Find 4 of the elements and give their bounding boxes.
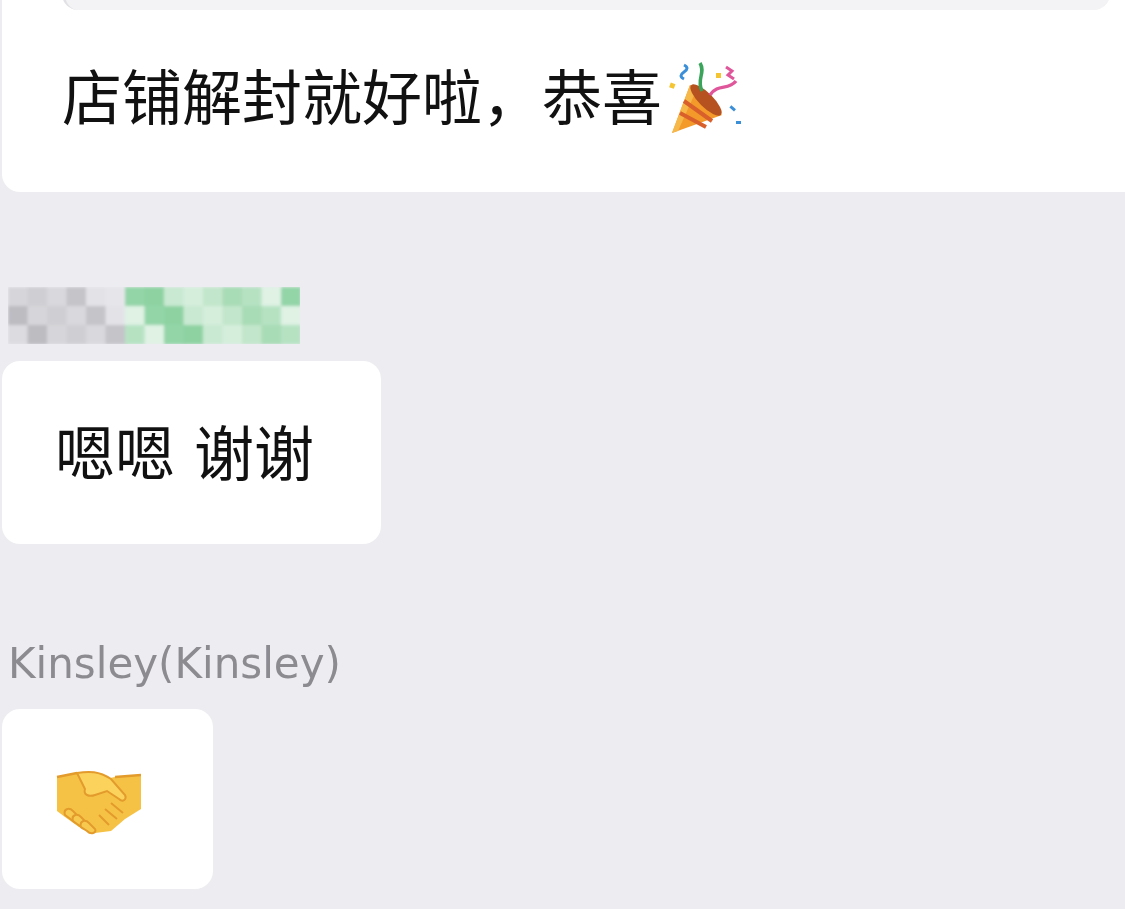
message-text: 店铺解封就好啦，恭喜 [62, 63, 662, 135]
sender-name: Kinsley(Kinsley) [8, 639, 341, 689]
handshake-icon [55, 769, 143, 835]
message-text: 嗯嗯 谢谢 [55, 419, 315, 491]
